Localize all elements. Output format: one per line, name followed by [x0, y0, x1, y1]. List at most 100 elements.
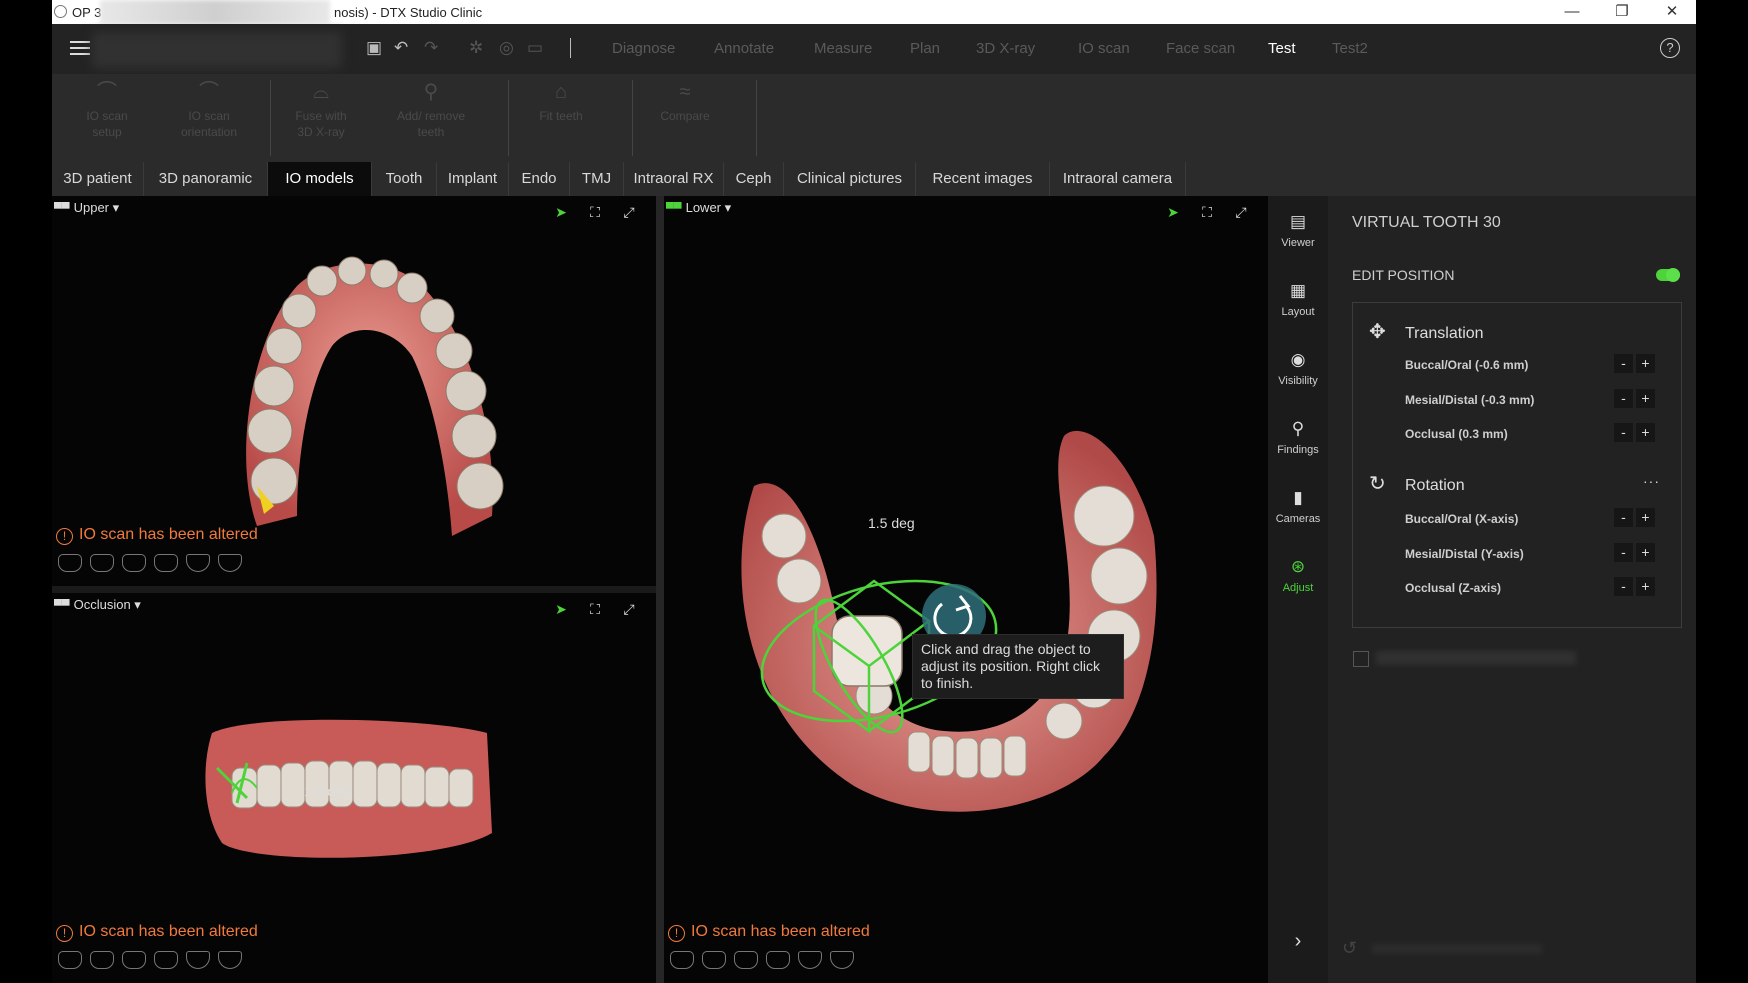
- fuse-icon: ⌓: [313, 81, 329, 103]
- menu-tab-test2[interactable]: Test2: [1332, 40, 1368, 57]
- option-checkbox[interactable]: [1353, 651, 1369, 667]
- menu-tab-plan[interactable]: Plan: [910, 40, 940, 57]
- translation-occlusal-stepper: - +: [1614, 423, 1658, 442]
- upper-jaw-visibility-toggles[interactable]: [58, 554, 250, 577]
- reset-label-blurred: [1372, 944, 1542, 954]
- rotate-icon: ↻: [1369, 473, 1386, 495]
- nav-viewer[interactable]: ▤ Viewer: [1268, 212, 1328, 249]
- fuse-with-3d-xray-button[interactable]: ⌓ Fuse with 3D X-ray: [276, 81, 366, 140]
- nav-findings[interactable]: ⚲ Findings: [1268, 419, 1328, 456]
- translation-mesial-distal-stepper: - +: [1614, 389, 1658, 408]
- layout-icon: ▦: [1289, 281, 1307, 300]
- app-icon: [54, 5, 67, 18]
- hamburger-menu-icon[interactable]: [70, 41, 90, 55]
- window-title-start: OP 3: [72, 5, 102, 20]
- minimize-button[interactable]: —: [1552, 2, 1592, 22]
- undo-icon[interactable]: ↶: [394, 38, 408, 58]
- menu-tab-diagnose[interactable]: Diagnose: [612, 40, 675, 57]
- camera-icon: ▮: [1293, 488, 1303, 507]
- collapse-panel-chevron-icon[interactable]: ›: [1272, 930, 1324, 953]
- plus-button[interactable]: +: [1636, 543, 1655, 562]
- translation-header: ✥ Translation: [1369, 321, 1484, 343]
- fit-teeth-icon: ⌂: [554, 81, 568, 103]
- redacted-patient-name: [100, 0, 330, 24]
- nav-visibility[interactable]: ◉ Visibility: [1268, 350, 1328, 387]
- minus-button[interactable]: -: [1614, 508, 1633, 527]
- minus-button[interactable]: -: [1614, 423, 1633, 442]
- minus-button[interactable]: -: [1614, 354, 1633, 373]
- tab-intraoral-rx[interactable]: Intraoral RX: [624, 162, 724, 196]
- minus-button[interactable]: -: [1614, 543, 1633, 562]
- move-arrows-icon: ✥: [1369, 321, 1386, 343]
- nav-adjust[interactable]: ⊛ Adjust: [1268, 557, 1328, 594]
- toolbar-separator: [570, 38, 571, 58]
- edit-position-toggle[interactable]: [1656, 268, 1680, 282]
- occlusion-jaw-visibility-toggles[interactable]: [58, 951, 250, 974]
- view-tabs: 3D patient 3D panoramic IO models Tooth …: [52, 162, 1696, 196]
- tab-endo[interactable]: Endo: [509, 162, 570, 196]
- save-icon[interactable]: ▣: [366, 38, 382, 58]
- findings-icon: ⚲: [1291, 419, 1305, 438]
- plus-button[interactable]: +: [1636, 508, 1655, 527]
- reset-icon[interactable]: ↺: [1342, 938, 1357, 959]
- edit-position-label: EDIT POSITION: [1352, 267, 1455, 283]
- fit-teeth-button[interactable]: ⌂ Fit teeth: [516, 81, 606, 124]
- occlusion-rotation-label: 1.5 deg: [304, 783, 351, 799]
- rotation-buccal-oral-label: Buccal/Oral (X-axis): [1405, 512, 1519, 526]
- rotation-mesial-distal-label: Mesial/Distal (Y-axis): [1405, 547, 1524, 561]
- tab-tooth[interactable]: Tooth: [372, 162, 437, 196]
- rotation-buccal-oral-stepper: - +: [1614, 508, 1658, 527]
- viewport-splitter[interactable]: [656, 196, 664, 983]
- rotation-mesial-distal-stepper: - +: [1614, 543, 1658, 562]
- panel-title: VIRTUAL TOOTH 30: [1352, 214, 1501, 231]
- settings-icon[interactable]: ✲: [469, 38, 483, 58]
- occlusion-viewport[interactable]: ▀▀ Occlusion ▾ ➤ ⛶ ⤢ 1.5 deg ! IO scan has b…: [52, 593, 656, 983]
- menu-tab-annotate[interactable]: Annotate: [714, 40, 774, 57]
- tab-ceph[interactable]: Ceph: [724, 162, 784, 196]
- tab-io-models[interactable]: IO models: [268, 162, 372, 196]
- tooth-chart-icon[interactable]: ◎: [499, 38, 514, 58]
- lower-jaw-model: [741, 430, 1157, 812]
- menu-tab-test[interactable]: Test: [1268, 40, 1296, 57]
- nav-layout[interactable]: ▦ Layout: [1268, 281, 1328, 318]
- tab-tmj[interactable]: TMJ: [570, 162, 624, 196]
- tab-recent-images[interactable]: Recent images: [916, 162, 1050, 196]
- minus-button[interactable]: -: [1614, 577, 1633, 596]
- tab-3d-patient[interactable]: 3D patient: [52, 162, 144, 196]
- screen-icon[interactable]: ▭: [527, 38, 543, 58]
- checkbox-label-blurred: [1376, 651, 1576, 665]
- add-remove-teeth-button[interactable]: ⚲ Add/ remove teeth: [386, 82, 476, 140]
- menu-tab-face-scan[interactable]: Face scan: [1166, 40, 1235, 57]
- plus-button[interactable]: +: [1636, 423, 1655, 442]
- plus-button[interactable]: +: [1636, 389, 1655, 408]
- upper-viewport[interactable]: ▀▀ Upper ▾ ➤ ⛶ ⤢ ! IO scan has been altered: [52, 196, 656, 586]
- occlusion-scan-altered-alert: ! IO scan has been altered: [56, 923, 258, 942]
- tab-intraoral-camera[interactable]: Intraoral camera: [1050, 162, 1186, 196]
- adjust-position-box: ✥ Translation Buccal/Oral (-0.6 mm) - + Me…: [1352, 302, 1682, 628]
- viewer-icon: ▤: [1289, 212, 1307, 231]
- io-scan-setup-button[interactable]: ⌒ IO scan setup: [62, 82, 152, 140]
- tab-clinical-pictures[interactable]: Clinical pictures: [784, 162, 916, 196]
- menu-tab-io-scan[interactable]: IO scan: [1078, 40, 1130, 57]
- tab-3d-panoramic[interactable]: 3D panoramic: [144, 162, 268, 196]
- io-scan-orientation-button[interactable]: ⌒ IO scan orientation: [164, 82, 254, 140]
- menu-tab-3d-xray[interactable]: 3D X-ray: [976, 40, 1035, 57]
- compare-button[interactable]: ≈ Compare: [640, 81, 730, 124]
- help-icon[interactable]: ?: [1660, 38, 1680, 58]
- lower-viewport[interactable]: ▀▀ Lower ▾ ➤ ⛶ ⤢ 1.5 deg ! IO scan has b…: [664, 196, 1268, 983]
- compare-icon: ≈: [679, 81, 691, 103]
- redacted-patient-info: [92, 32, 342, 68]
- redo-icon[interactable]: ↷: [424, 38, 438, 58]
- nav-cameras[interactable]: ▮ Cameras: [1268, 488, 1328, 525]
- lower-jaw-visibility-toggles[interactable]: [670, 951, 862, 974]
- warning-icon: !: [56, 925, 73, 942]
- maximize-button[interactable]: ❐: [1602, 2, 1642, 22]
- plus-button[interactable]: +: [1636, 577, 1655, 596]
- plus-button[interactable]: +: [1636, 354, 1655, 373]
- tab-implant[interactable]: Implant: [437, 162, 509, 196]
- rotation-angle-label: 1.5 deg: [868, 515, 915, 531]
- minus-button[interactable]: -: [1614, 389, 1633, 408]
- rotation-more-icon[interactable]: ···: [1643, 473, 1660, 489]
- menu-tab-measure[interactable]: Measure: [814, 40, 872, 57]
- close-button[interactable]: ✕: [1652, 2, 1692, 22]
